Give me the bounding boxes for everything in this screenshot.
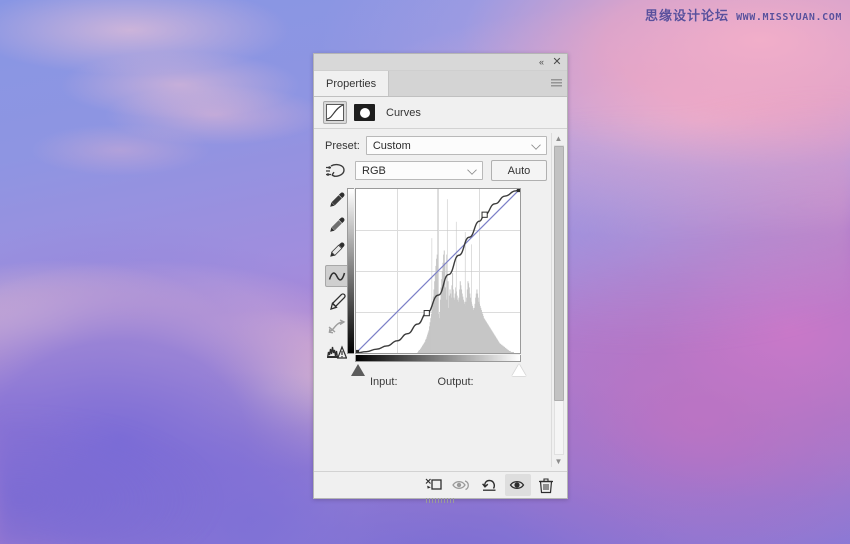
- black-point-eyedropper-icon[interactable]: [326, 190, 348, 210]
- curves-icon[interactable]: [323, 101, 347, 124]
- gray-point-eyedropper-icon[interactable]: [326, 215, 348, 235]
- chevron-down-icon: [531, 140, 541, 150]
- watermark: 思缘设计论坛 WWW.MISSYUAN.COM: [645, 5, 842, 24]
- preset-label: Preset:: [325, 139, 360, 152]
- preset-select[interactable]: Custom: [365, 136, 547, 155]
- panel-tabstrip: Properties: [314, 71, 567, 97]
- adjustment-header: Curves: [314, 97, 567, 129]
- collapse-to-icons-icon[interactable]: «: [534, 55, 548, 69]
- curves-toolbar: [325, 188, 349, 362]
- scroll-down-icon[interactable]: ▼: [553, 456, 564, 467]
- input-label: Input:: [370, 376, 398, 388]
- smooth-curve-icon[interactable]: [326, 317, 348, 337]
- channel-row: RGB Auto: [314, 155, 567, 181]
- scrollbar-thumb[interactable]: [554, 146, 564, 401]
- layer-mask-icon[interactable]: [354, 104, 375, 121]
- preset-value: Custom: [372, 139, 411, 152]
- preset-row: Preset: Custom: [314, 129, 567, 155]
- auto-button-label: Auto: [507, 164, 531, 177]
- white-point-slider[interactable]: [512, 364, 526, 376]
- auto-button[interactable]: Auto: [491, 160, 547, 181]
- panel-resize-grip[interactable]: [425, 498, 456, 503]
- on-image-adjust-icon[interactable]: [325, 162, 347, 180]
- view-previous-state-button[interactable]: [449, 474, 475, 496]
- channel-select[interactable]: RGB: [355, 161, 483, 180]
- panel-body: Preset: Custom RGB Auto Input: Output: ▲…: [314, 129, 567, 471]
- output-gradient-bar: [347, 188, 354, 354]
- watermark-chinese-text: 思缘设计论坛: [645, 9, 730, 24]
- tab-properties[interactable]: Properties: [314, 71, 390, 96]
- panel-scrollbar[interactable]: ▲ ▼: [551, 133, 565, 467]
- graph-area: [314, 181, 567, 376]
- clip-to-layer-button[interactable]: [421, 474, 447, 496]
- input-gradient-bar: [355, 355, 521, 362]
- tab-properties-label: Properties: [326, 77, 377, 90]
- toggle-layer-visibility-button[interactable]: [505, 474, 531, 496]
- curve-display-options-icon[interactable]: [326, 342, 348, 362]
- white-point-eyedropper-icon[interactable]: [326, 240, 348, 260]
- close-icon[interactable]: ✕: [550, 55, 564, 69]
- chevron-down-icon: [467, 165, 477, 175]
- tabstrip-filler: [389, 71, 567, 96]
- pencil-draw-tool-icon[interactable]: [326, 292, 348, 312]
- properties-panel: « ✕ Properties Curves Preset: Custom RGB…: [313, 53, 568, 503]
- panel-titlebar: « ✕: [314, 54, 567, 71]
- adjustment-title: Curves: [386, 106, 421, 119]
- reset-button[interactable]: [477, 474, 503, 496]
- output-label: Output:: [437, 376, 474, 388]
- curve-graph-wrap: [347, 188, 526, 376]
- scroll-up-icon[interactable]: ▲: [553, 133, 564, 144]
- curve-graph[interactable]: [355, 188, 521, 354]
- panel-menu-icon[interactable]: [551, 79, 562, 88]
- panel-footer: [314, 471, 567, 503]
- watermark-url-text: WWW.MISSYUAN.COM: [736, 12, 842, 23]
- curve-plot[interactable]: [356, 189, 520, 353]
- histogram: [417, 189, 514, 353]
- curve-point-tool-icon[interactable]: [325, 265, 349, 287]
- channel-value: RGB: [362, 164, 386, 177]
- delete-layer-button[interactable]: [533, 474, 559, 496]
- black-point-slider[interactable]: [351, 364, 365, 376]
- screenshot-root: 思缘设计论坛 WWW.MISSYUAN.COM « ✕ Properties C…: [0, 0, 850, 544]
